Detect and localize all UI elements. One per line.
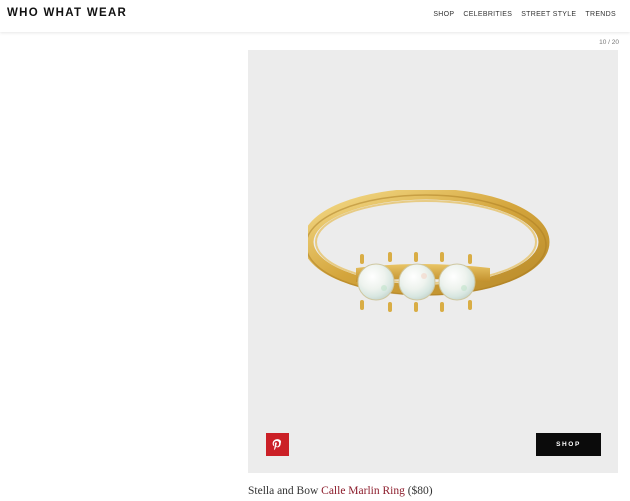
product-price: ($80) <box>407 485 433 497</box>
product-image <box>302 188 558 330</box>
slide-counter: 10 / 20 <box>599 39 619 46</box>
nav-item-trends[interactable]: TRENDS <box>585 11 616 18</box>
gallery-slide: SHOP <box>248 50 618 473</box>
pinterest-icon <box>272 439 282 451</box>
product-link[interactable]: Calle Marlin Ring <box>321 485 405 497</box>
nav-item-celebrities[interactable]: CELEBRITIES <box>463 11 512 18</box>
ring-icon <box>302 188 550 312</box>
site-header: WHO WHAT WEAR SHOP CELEBRITIES STREET ST… <box>0 0 630 32</box>
main-nav: SHOP CELEBRITIES STREET STYLE TRENDS <box>433 11 616 18</box>
product-caption: Stella and Bow Calle Marlin Ring ($80) <box>248 485 433 497</box>
nav-item-shop[interactable]: SHOP <box>433 11 454 18</box>
site-logo[interactable]: WHO WHAT WEAR <box>7 7 127 19</box>
shop-button[interactable]: SHOP <box>536 433 601 456</box>
product-brand: Stella and Bow <box>248 485 319 497</box>
pinterest-button[interactable] <box>266 433 289 456</box>
nav-item-street-style[interactable]: STREET STYLE <box>521 11 576 18</box>
